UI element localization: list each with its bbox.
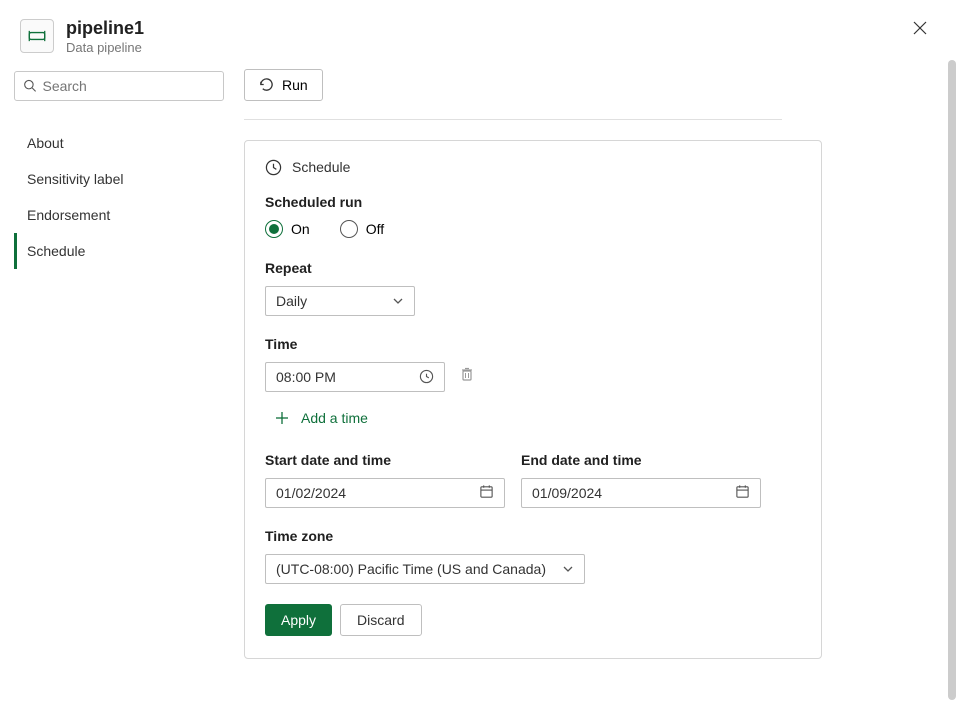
nav-sensitivity[interactable]: Sensitivity label <box>14 161 224 197</box>
start-date-value: 01/02/2024 <box>276 485 346 501</box>
card-title: Schedule <box>292 159 350 175</box>
add-time-label: Add a time <box>301 410 368 426</box>
radio-off[interactable]: Off <box>340 220 384 238</box>
panel-header: pipeline1 Data pipeline <box>0 0 956 65</box>
radio-on[interactable]: On <box>265 220 310 238</box>
radio-off-circle <box>340 220 358 238</box>
timezone-label: Time zone <box>265 528 801 544</box>
end-date-value: 01/09/2024 <box>532 485 602 501</box>
repeat-select[interactable]: Daily <box>265 286 415 316</box>
timezone-value: (UTC-08:00) Pacific Time (US and Canada) <box>276 561 546 577</box>
run-button[interactable]: Run <box>244 69 323 101</box>
main-content: Run Schedule Scheduled run On Off Re <box>224 65 942 659</box>
schedule-card: Schedule Scheduled run On Off Repeat Dai… <box>244 140 822 659</box>
delete-time-button[interactable] <box>459 366 475 387</box>
time-input[interactable]: 08:00 PM <box>265 362 445 392</box>
sidebar: About Sensitivity label Endorsement Sche… <box>14 65 224 659</box>
time-label: Time <box>265 336 801 352</box>
search-icon <box>23 78 36 93</box>
nav-schedule[interactable]: Schedule <box>14 233 224 269</box>
radio-off-label: Off <box>366 221 384 237</box>
apply-button[interactable]: Apply <box>265 604 332 636</box>
timezone-select[interactable]: (UTC-08:00) Pacific Time (US and Canada) <box>265 554 585 584</box>
clock-icon <box>265 159 282 176</box>
nav-about[interactable]: About <box>14 125 224 161</box>
refresh-icon <box>259 77 274 92</box>
calendar-icon <box>735 484 750 502</box>
repeat-label: Repeat <box>265 260 801 276</box>
radio-on-label: On <box>291 221 310 237</box>
search-input[interactable] <box>14 71 224 101</box>
nav-endorsement[interactable]: Endorsement <box>14 197 224 233</box>
time-value: 08:00 PM <box>276 369 336 385</box>
trash-icon <box>459 366 475 382</box>
clock-icon <box>419 369 434 384</box>
run-label: Run <box>282 77 308 93</box>
page-title: pipeline1 <box>66 18 144 40</box>
discard-button[interactable]: Discard <box>340 604 421 636</box>
calendar-icon <box>479 484 494 502</box>
start-date-input[interactable]: 01/02/2024 <box>265 478 505 508</box>
end-date-label: End date and time <box>521 452 761 468</box>
radio-on-circle <box>265 220 283 238</box>
page-subtitle: Data pipeline <box>66 40 144 55</box>
chevron-down-icon <box>562 563 574 575</box>
scheduled-run-label: Scheduled run <box>265 194 801 210</box>
start-date-label: Start date and time <box>265 452 505 468</box>
chevron-down-icon <box>392 295 404 307</box>
end-date-input[interactable]: 01/09/2024 <box>521 478 761 508</box>
search-field[interactable] <box>42 78 215 94</box>
scrollbar[interactable] <box>948 60 956 700</box>
pipeline-icon <box>20 19 54 53</box>
plus-icon <box>275 411 289 425</box>
add-time-button[interactable]: Add a time <box>265 404 378 432</box>
repeat-value: Daily <box>276 293 307 309</box>
close-icon[interactable] <box>912 20 928 36</box>
